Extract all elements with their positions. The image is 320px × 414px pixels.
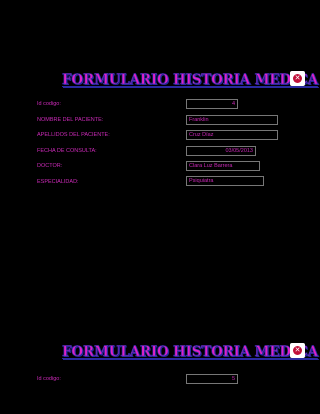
close-button[interactable]: ✕ [290, 343, 305, 358]
id-label: Id codigo: [37, 376, 61, 382]
form-title: FORMULARIO HISTORIA MEDICA [62, 344, 319, 361]
id-field[interactable]: 5 [186, 374, 238, 384]
close-icon: ✕ [293, 346, 302, 355]
medical-history-form-2: FORMULARIO HISTORIA MEDICA ✕ Id codigo: … [0, 0, 320, 414]
